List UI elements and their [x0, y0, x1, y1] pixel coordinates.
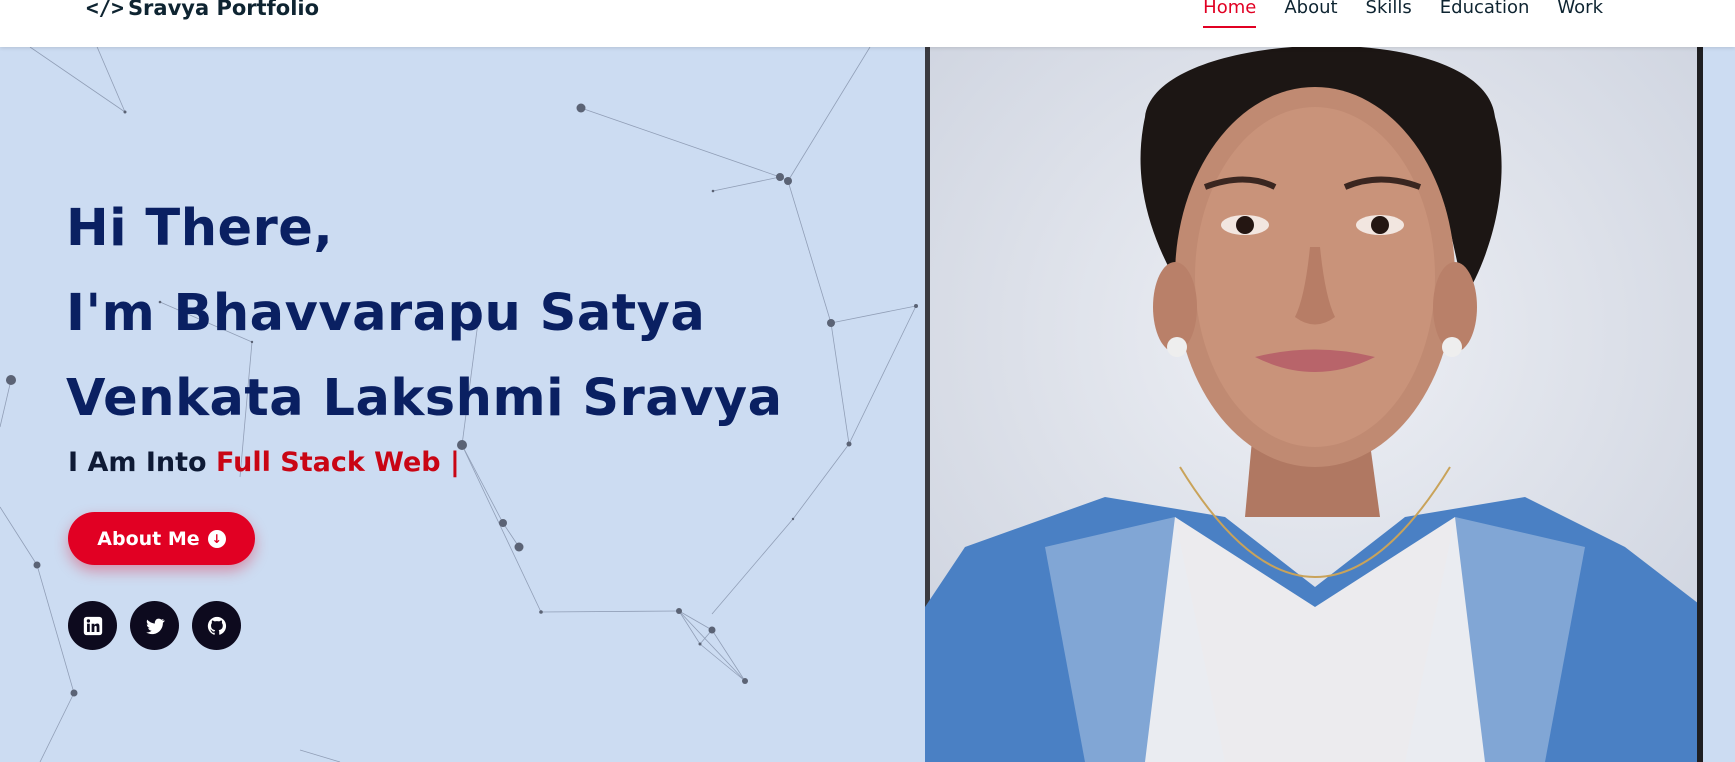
about-me-label: About Me [97, 527, 200, 550]
nav-link-work[interactable]: Work [1543, 0, 1617, 18]
nav-link-home[interactable]: Home [1189, 0, 1270, 28]
navbar: </> Sravya Portfolio Home About Skills E… [0, 0, 1735, 47]
hero-typing-line: I Am Into Full Stack Web | [68, 447, 460, 478]
brand-logo[interactable]: </> Sravya Portfolio [86, 0, 319, 20]
twitter-icon[interactable] [130, 601, 179, 650]
social-links [68, 601, 241, 650]
linkedin-icon[interactable] [68, 601, 117, 650]
nav-link-about[interactable]: About [1270, 0, 1351, 18]
arrow-down-circle-icon: ↓ [207, 529, 226, 548]
github-icon[interactable] [192, 601, 241, 650]
right-edge-background [1700, 47, 1735, 762]
hero-greeting: Hi There, [66, 199, 334, 258]
nav-link-skills[interactable]: Skills [1352, 0, 1426, 18]
nav-link-education[interactable]: Education [1426, 0, 1544, 18]
hero-name-line-1: I'm Bhavvarapu Satya [66, 284, 706, 343]
brand-text: Sravya Portfolio [127, 0, 320, 20]
nav-links: Home About Skills Education Work [1189, 0, 1617, 28]
photo-frame-edge [1697, 47, 1703, 762]
intro-highlight: Full Stack Web | [216, 447, 460, 478]
profile-photo [925, 47, 1703, 762]
code-icon: </> [86, 0, 124, 20]
hero-name-line-2: Venkata Lakshmi Sravya [66, 369, 783, 428]
hero-heading: Hi There, I'm Bhavvarapu Satya Venkata L… [66, 186, 866, 441]
intro-prefix: I Am Into [68, 447, 207, 478]
about-me-button[interactable]: About Me ↓ [68, 512, 255, 565]
